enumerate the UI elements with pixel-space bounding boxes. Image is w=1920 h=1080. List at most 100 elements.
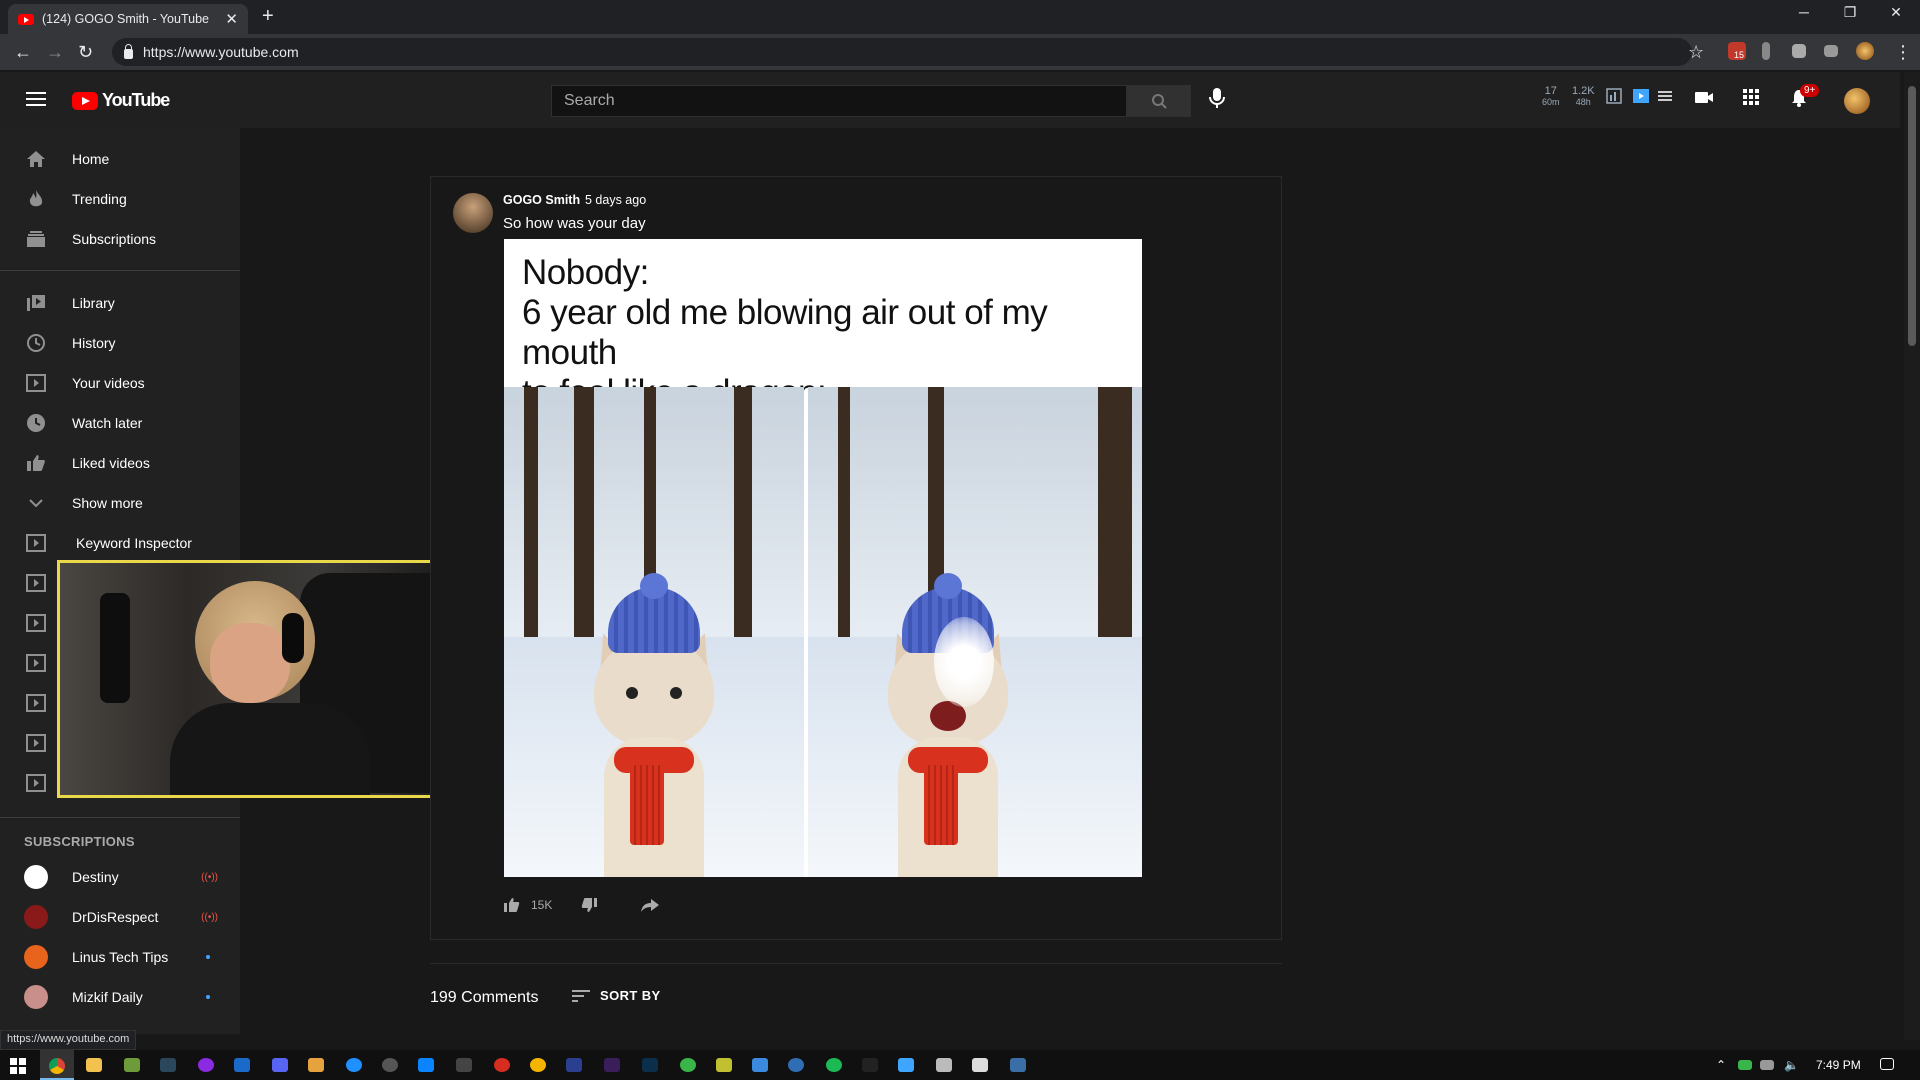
- tool-icon[interactable]: [716, 1058, 732, 1072]
- xbox-icon[interactable]: [680, 1058, 696, 1072]
- page-scrollbar[interactable]: [1904, 72, 1920, 1040]
- taskbar-chrome-active[interactable]: [40, 1050, 74, 1080]
- bar-chart-icon[interactable]: [1606, 88, 1622, 104]
- author-avatar[interactable]: [453, 193, 493, 233]
- playlist-icon: [24, 531, 48, 555]
- sidebar-item-keyword-inspector[interactable]: Keyword Inspector: [0, 523, 240, 563]
- nvidia-tray-icon[interactable]: [1738, 1060, 1752, 1070]
- url-text: https://www.youtube.com: [143, 44, 299, 60]
- close-tab-icon[interactable]: ✕: [225, 10, 238, 28]
- spotify-icon[interactable]: [826, 1058, 842, 1072]
- volume-icon[interactable]: 🔈: [1784, 1058, 1799, 1072]
- post-time[interactable]: 5 days ago: [585, 193, 646, 207]
- obs-icon[interactable]: [198, 1058, 214, 1072]
- video-manager-icon[interactable]: [1632, 88, 1650, 104]
- new-tab-button[interactable]: +: [262, 5, 274, 28]
- app-icon[interactable]: [234, 1058, 250, 1072]
- search-button[interactable]: [1127, 85, 1191, 117]
- sidebar-item-your-videos[interactable]: Your videos: [0, 363, 240, 403]
- checkmark-app-icon[interactable]: [898, 1058, 914, 1072]
- bookmark-star-icon[interactable]: ☆: [1688, 42, 1704, 63]
- sidebar-item-watch-later[interactable]: Watch later: [0, 403, 240, 443]
- meme-panel-right: [808, 387, 1142, 877]
- sidebar-item-show-more[interactable]: Show more: [0, 483, 240, 523]
- notes-icon[interactable]: [308, 1058, 324, 1072]
- sidebar-item-subscriptions[interactable]: Subscriptions: [0, 219, 240, 259]
- browser-app-icon[interactable]: [346, 1058, 362, 1072]
- restore-icon[interactable]: ❐: [1830, 4, 1870, 21]
- like-button[interactable]: [503, 897, 521, 913]
- comments-divider: [430, 963, 1282, 964]
- action-center-icon[interactable]: [1880, 1058, 1894, 1070]
- sidebar-item-trending[interactable]: Trending: [0, 179, 240, 219]
- browser-menu-icon[interactable]: ⋮: [1894, 42, 1912, 63]
- app-icon[interactable]: [1010, 1058, 1026, 1072]
- create-video-icon[interactable]: [1694, 88, 1714, 106]
- extension-icon[interactable]: 15: [1728, 42, 1746, 60]
- sidebar-item-history[interactable]: History: [0, 323, 240, 363]
- vpn-icon[interactable]: [788, 1058, 804, 1072]
- discord-icon[interactable]: [272, 1058, 288, 1072]
- tray-expand-icon[interactable]: ⌃: [1716, 1058, 1726, 1072]
- back-icon[interactable]: ←: [14, 42, 32, 63]
- g-hub-icon[interactable]: [862, 1058, 878, 1072]
- bolt-extension-icon[interactable]: [1762, 42, 1770, 60]
- edge-icon[interactable]: [418, 1058, 434, 1072]
- steam-icon[interactable]: [160, 1058, 176, 1072]
- post-actions: 15K: [503, 897, 660, 913]
- subscription-item-drdisrespect[interactable]: DrDisRespect ((•)): [0, 897, 240, 937]
- taskbar-clock[interactable]: 7:49 PM: [1816, 1058, 1861, 1072]
- network-icon[interactable]: [1760, 1060, 1774, 1070]
- sort-by-button[interactable]: SORT BY: [572, 988, 661, 1003]
- sidebar-item-liked-videos[interactable]: Liked videos: [0, 443, 240, 483]
- hamburger-menu-icon[interactable]: [26, 92, 46, 106]
- streamer-face: [210, 623, 290, 703]
- dislike-button[interactable]: [580, 897, 598, 913]
- subscriptions-heading: SUBSCRIPTIONS: [24, 834, 135, 849]
- windows-start-icon[interactable]: [10, 1058, 26, 1074]
- visual-studio-icon[interactable]: [566, 1058, 582, 1072]
- bluestacks-icon[interactable]: [752, 1058, 768, 1072]
- media-icon[interactable]: [494, 1058, 510, 1072]
- subscription-name: Destiny: [72, 869, 119, 885]
- photoshop-icon[interactable]: [642, 1058, 658, 1072]
- reload-icon[interactable]: ↻: [78, 42, 93, 63]
- file-explorer-icon[interactable]: [86, 1058, 102, 1072]
- meme-image[interactable]: Nobody: 6 year old me blowing air out of…: [504, 239, 1142, 877]
- photos-icon[interactable]: [530, 1058, 546, 1072]
- your-videos-icon: [24, 371, 48, 395]
- minecraft-icon[interactable]: [124, 1058, 140, 1072]
- media-queue-icon[interactable]: [1824, 45, 1838, 57]
- subscription-item-destiny[interactable]: Destiny ((•)): [0, 857, 240, 897]
- share-button[interactable]: [640, 897, 660, 913]
- clock-app-icon[interactable]: [382, 1058, 398, 1072]
- sidebar-item-label: Show more: [72, 495, 143, 511]
- profile-avatar-icon[interactable]: [1856, 42, 1874, 60]
- minimize-icon[interactable]: ─: [1784, 4, 1824, 20]
- lock-icon: [124, 43, 133, 59]
- list-icon[interactable]: [1658, 88, 1672, 104]
- puzzle-extensions-icon[interactable]: [1792, 44, 1806, 58]
- forward-icon[interactable]: →: [46, 42, 64, 63]
- close-window-icon[interactable]: ✕: [1876, 4, 1916, 21]
- search-input[interactable]: Search: [551, 85, 1127, 117]
- omnibox[interactable]: https://www.youtube.com: [112, 38, 1692, 66]
- sidebar-item-home[interactable]: Home: [0, 139, 240, 179]
- subscription-item-linus-tech-tips[interactable]: Linus Tech Tips: [0, 937, 240, 977]
- premiere-icon[interactable]: [604, 1058, 620, 1072]
- tab-title: (124) GOGO Smith - YouTube: [42, 12, 209, 26]
- apps-grid-icon[interactable]: [1742, 88, 1760, 106]
- youtube-logo[interactable]: YouTube: [72, 90, 170, 111]
- app-icon[interactable]: [972, 1058, 988, 1072]
- account-avatar[interactable]: [1844, 88, 1870, 114]
- controller-icon[interactable]: [456, 1058, 472, 1072]
- post-author[interactable]: GOGO Smith: [503, 193, 580, 207]
- extension-badge: 15: [1734, 50, 1745, 60]
- sidebar-item-library[interactable]: Library: [0, 283, 240, 323]
- scrollbar-thumb[interactable]: [1908, 86, 1916, 346]
- printer-icon[interactable]: [936, 1058, 952, 1072]
- browser-tab[interactable]: (124) GOGO Smith - YouTube ✕: [8, 4, 248, 34]
- stat-views-48h: 1.2K 48h: [1572, 86, 1595, 108]
- mic-button[interactable]: [1207, 86, 1227, 110]
- subscription-item-mizkif-daily[interactable]: Mizkif Daily: [0, 977, 240, 1017]
